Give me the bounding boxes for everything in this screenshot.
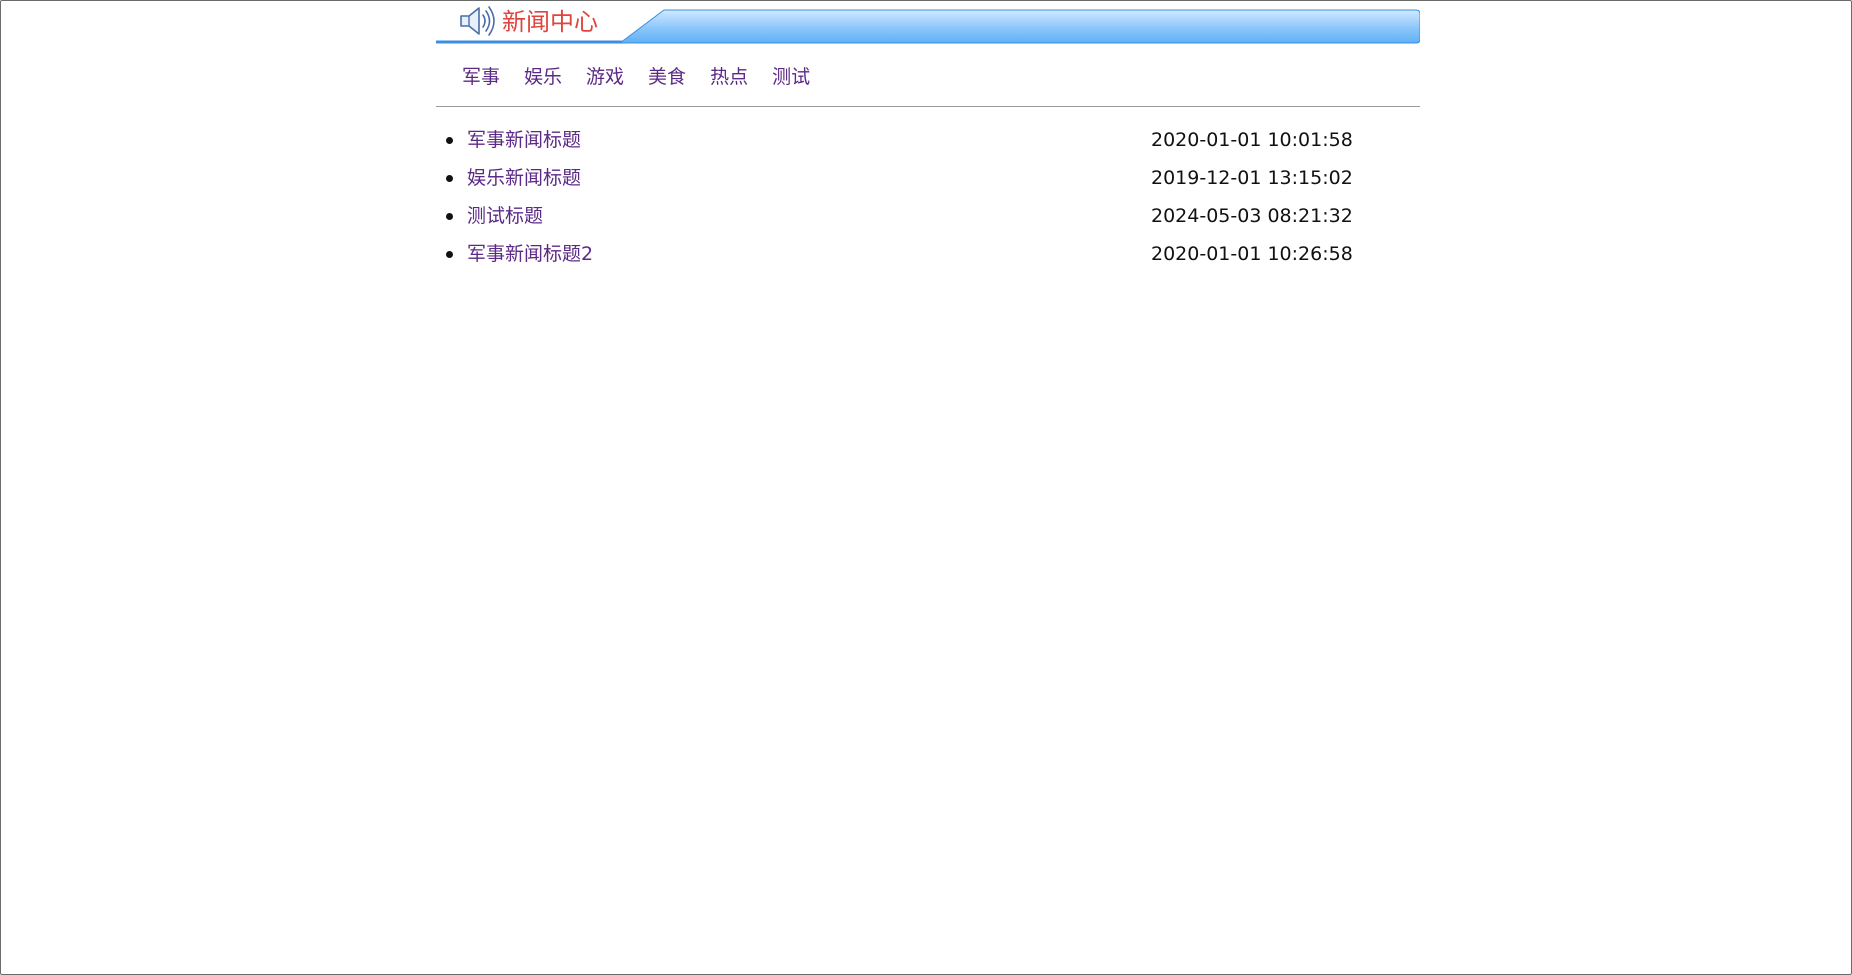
news-title-link[interactable]: 测试标题 — [467, 200, 543, 232]
list-item: 军事新闻标题2 2020-01-01 10:26:58 — [436, 238, 1420, 276]
list-item: 军事新闻标题 2020-01-01 10:01:58 — [436, 124, 1420, 162]
divider — [436, 106, 1420, 107]
news-timestamp: 2019-12-01 13:15:02 — [1151, 167, 1353, 189]
bullet-icon — [446, 213, 453, 220]
category-tabs: 军事 娱乐 游戏 美食 热点 测试 — [462, 61, 834, 93]
list-item: 测试标题 2024-05-03 08:21:32 — [436, 200, 1420, 238]
speaker-icon — [460, 6, 495, 36]
tab-hot[interactable]: 热点 — [710, 61, 748, 93]
list-item: 娱乐新闻标题 2019-12-01 13:15:02 — [436, 162, 1420, 200]
tab-military[interactable]: 军事 — [462, 61, 500, 93]
news-title-link[interactable]: 娱乐新闻标题 — [467, 162, 581, 194]
news-title-link[interactable]: 军事新闻标题 — [467, 124, 581, 156]
news-timestamp: 2024-05-03 08:21:32 — [1151, 205, 1353, 227]
tab-entertainment[interactable]: 娱乐 — [524, 61, 562, 93]
bullet-icon — [446, 251, 453, 258]
tab-test[interactable]: 测试 — [772, 61, 810, 93]
news-list: 军事新闻标题 2020-01-01 10:01:58 娱乐新闻标题 2019-1… — [436, 124, 1420, 276]
tab-games[interactable]: 游戏 — [586, 61, 624, 93]
page: 新闻中心 军事 娱乐 游戏 美食 热点 测试 军事新闻标题 2020-01-01… — [0, 0, 1852, 975]
page-title: 新闻中心 — [502, 8, 598, 36]
news-title-link[interactable]: 军事新闻标题2 — [467, 238, 593, 270]
tab-food[interactable]: 美食 — [648, 61, 686, 93]
news-timestamp: 2020-01-01 10:26:58 — [1151, 243, 1353, 265]
news-center: 新闻中心 军事 娱乐 游戏 美食 热点 测试 军事新闻标题 2020-01-01… — [436, 1, 1420, 265]
news-timestamp: 2020-01-01 10:01:58 — [1151, 129, 1353, 151]
bullet-icon — [446, 137, 453, 144]
header-banner: 新闻中心 — [436, 1, 1420, 44]
bullet-icon — [446, 175, 453, 182]
